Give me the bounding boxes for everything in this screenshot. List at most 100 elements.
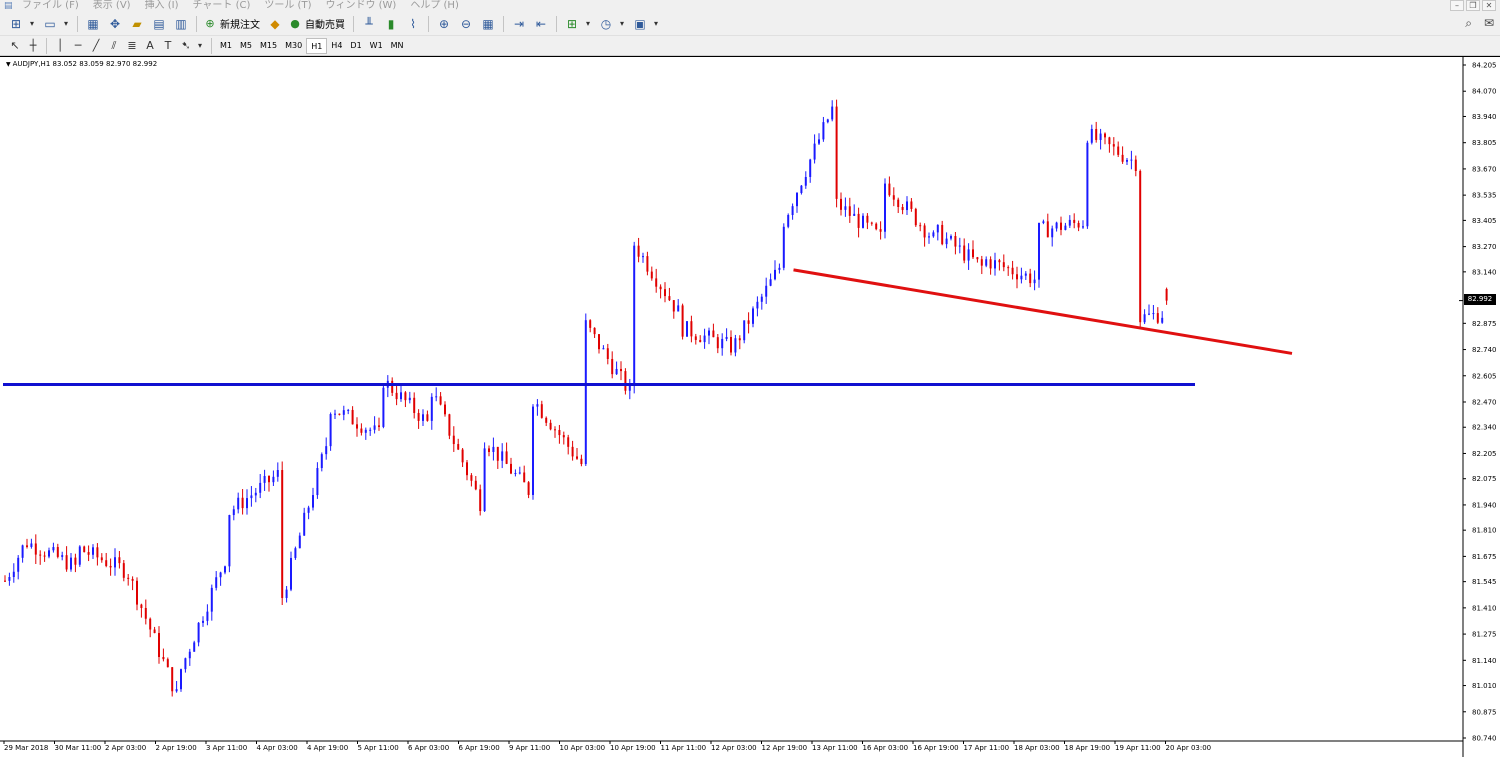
time-label: 4 Apr 19:00 (307, 744, 348, 752)
price-label: 83.405 (1472, 217, 1497, 225)
candle-body (1112, 144, 1115, 147)
candle-body (910, 201, 913, 209)
candle-body (866, 215, 869, 223)
candle-body (320, 454, 323, 469)
candle-body (338, 413, 341, 415)
candle-body (809, 159, 812, 177)
candle-body (989, 259, 992, 269)
candle-body (540, 404, 543, 418)
candle-body (743, 320, 746, 341)
candle-body (1002, 262, 1005, 268)
candle-body (1143, 314, 1146, 323)
candle-body (589, 320, 592, 328)
candle-body (804, 176, 807, 186)
candle-body (716, 337, 719, 349)
candle-body (593, 327, 596, 335)
candle-body (972, 249, 974, 258)
candle-body (492, 446, 495, 453)
candle-body (479, 489, 482, 512)
candle-body (483, 448, 486, 512)
candle-body (523, 472, 526, 483)
candle-body (206, 611, 209, 621)
candle-body (1007, 267, 1010, 269)
price-label: 82.470 (1472, 398, 1497, 406)
candle-body (932, 232, 935, 237)
candle-body (127, 577, 130, 579)
time-label: 6 Apr 03:00 (408, 744, 449, 752)
candle-body (413, 397, 416, 413)
candle-body (334, 413, 336, 415)
candle-body (100, 557, 103, 561)
candle-body (954, 236, 957, 247)
candle-body (496, 446, 499, 461)
candle-body (400, 392, 402, 400)
price-label: 81.940 (1472, 501, 1497, 509)
price-chart[interactable]: 84.205 84.070 83.940 83.805 83.670 83.535 83.4… (0, 0, 1500, 757)
candle-body (1060, 222, 1062, 230)
candle-body (1130, 159, 1133, 161)
candle-body (1051, 228, 1054, 238)
candle-body (474, 480, 477, 490)
candle-body (1108, 137, 1111, 145)
candle-body (1055, 222, 1058, 229)
candle-body (580, 458, 583, 465)
price-label: 81.140 (1472, 657, 1497, 665)
candle-body (892, 195, 895, 200)
time-label: 20 Apr 03:00 (1166, 744, 1212, 752)
candle-body (870, 222, 873, 224)
candle-body (153, 629, 156, 634)
candle-body (769, 279, 772, 286)
candle-body (800, 185, 803, 193)
candle-body (17, 557, 20, 572)
candle-body (448, 414, 451, 436)
candle-body (602, 348, 605, 350)
price-label: 83.535 (1472, 192, 1497, 200)
candle-body (12, 571, 15, 578)
candle-body (950, 236, 952, 239)
candle-body (430, 396, 433, 421)
candle-body (452, 435, 455, 445)
candle-body (1156, 313, 1159, 323)
candle-body (303, 512, 306, 536)
candle-body (708, 330, 710, 336)
candle-body (897, 199, 900, 208)
time-label: 13 Apr 11:00 (812, 744, 858, 752)
candle-body (1152, 313, 1155, 315)
trendline (793, 268, 1293, 355)
candle-body (1126, 159, 1128, 162)
candle-body (342, 410, 345, 415)
candle-body (888, 183, 891, 196)
price-label: 80.740 (1472, 735, 1497, 743)
candle-body (52, 547, 55, 551)
price-label: 80.875 (1472, 708, 1497, 716)
candle-body (26, 545, 28, 547)
time-label: 6 Apr 19:00 (459, 744, 500, 752)
candle-body (1161, 317, 1164, 323)
time-label: 30 Mar 11:00 (55, 744, 102, 752)
time-label: 12 Apr 03:00 (711, 744, 757, 752)
candle-body (56, 547, 59, 557)
candle-body (30, 543, 33, 547)
candle-body (928, 236, 930, 238)
price-label: 83.140 (1472, 268, 1497, 276)
candle-body (738, 338, 741, 341)
time-label: 12 Apr 19:00 (762, 744, 808, 752)
candle-body (114, 557, 116, 568)
candle-body (1121, 154, 1124, 162)
candle-body (906, 201, 908, 211)
time-label: 2 Apr 03:00 (105, 744, 146, 752)
candle-body (162, 657, 165, 660)
time-label: 19 Apr 11:00 (1115, 744, 1161, 752)
candle-body (184, 658, 187, 670)
candle-body (774, 269, 776, 280)
candle-body (527, 482, 530, 495)
time-label: 17 Apr 11:00 (964, 744, 1010, 752)
candle-body (945, 238, 948, 245)
candle-body (378, 425, 380, 427)
candle-body (105, 560, 108, 566)
candle-body (681, 305, 684, 337)
candle-body (853, 213, 856, 216)
time-label: 16 Apr 19:00 (913, 744, 959, 752)
candle-body (624, 371, 627, 391)
candle-body (690, 321, 693, 337)
